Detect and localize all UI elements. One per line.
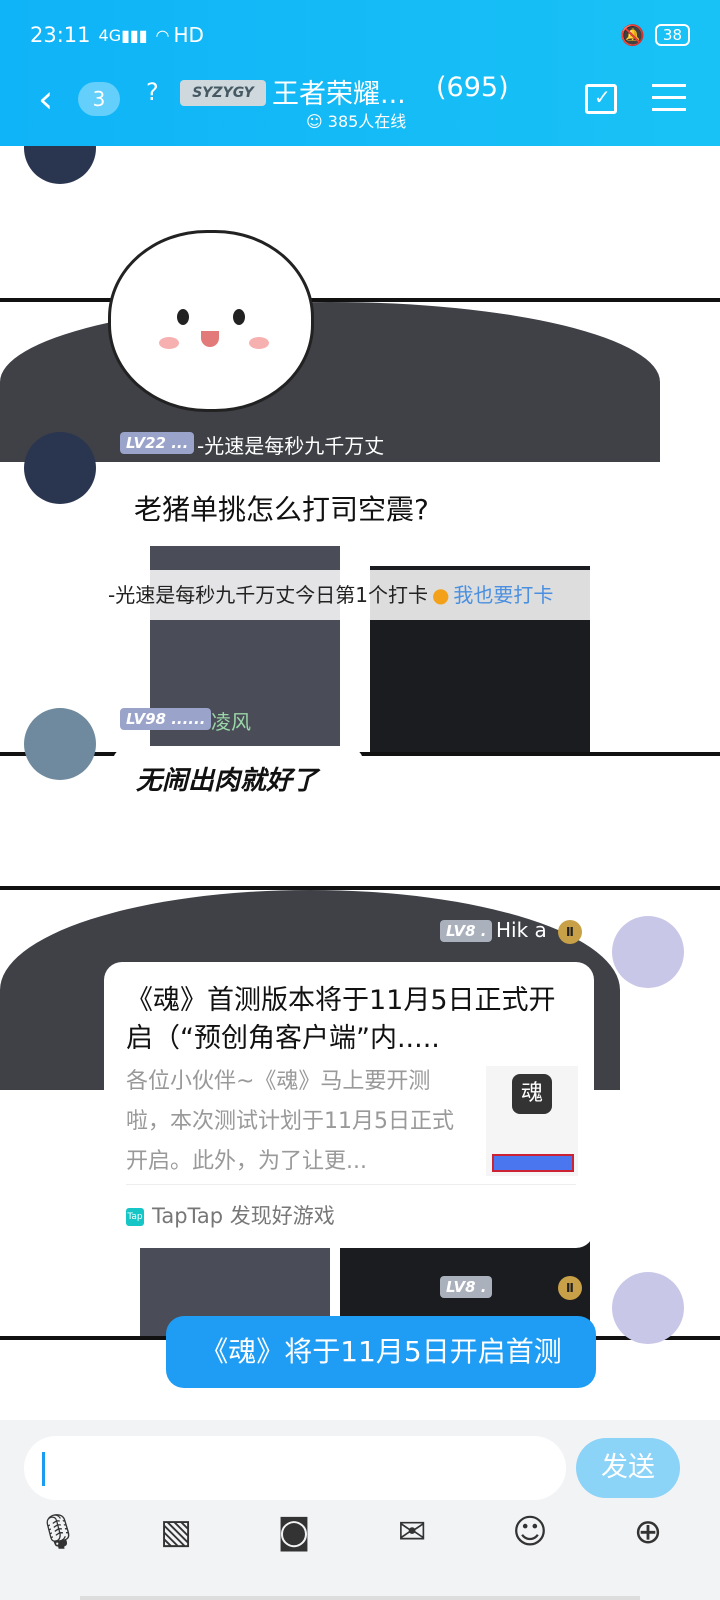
signal-icon: 4G▮▮▮: [98, 25, 148, 45]
battery-icon: 38: [654, 24, 690, 46]
menu-icon[interactable]: [652, 84, 686, 120]
hd-label: HD: [173, 23, 204, 47]
level-badge: LV98 ......: [120, 708, 212, 730]
panel-border: [0, 886, 720, 890]
card-source: Tap TapTap 发现好游戏: [126, 1204, 335, 1228]
message-bubble[interactable]: 老猪单挑怎么打司空震?: [112, 470, 490, 542]
medal-icon: ●: [431, 583, 450, 607]
toolbar: 🎙 ▧ ◙ ✉ ☺ ⊕: [0, 1510, 720, 1570]
emoji-icon[interactable]: ☺: [508, 1510, 552, 1554]
status-bar: 23:11 4G▮▮▮ ◠ HD 🔕 38: [30, 18, 690, 52]
game-icon: 魂: [512, 1074, 552, 1114]
message-input[interactable]: [24, 1436, 566, 1500]
chat-area[interactable]: LV22 ... -光速是每秒九千万丈 老猪单挑怎么打司空震? -光速是每秒九千…: [0, 146, 720, 1420]
level-badge: LV22 ...: [120, 432, 195, 454]
home-indicator: [80, 1596, 640, 1600]
avatar[interactable]: [24, 708, 96, 780]
image-icon[interactable]: ▧: [154, 1510, 198, 1554]
wifi-icon: ◠: [155, 25, 170, 45]
group-title[interactable]: 王者荣耀...: [272, 72, 406, 111]
camera-icon[interactable]: ◙: [272, 1510, 316, 1554]
level-badge: LV8 .: [440, 920, 493, 942]
message-text: 《魂》将于11月5日开启首测: [200, 1335, 562, 1368]
card-description: 各位小伙伴~《魂》马上要开测啦，本次测试计划于11月5日正式开启。此外，为了让更…: [126, 1069, 454, 1174]
avatar[interactable]: [612, 1272, 684, 1344]
message-bubble[interactable]: 无闹出肉就好了: [112, 746, 364, 810]
microphone-icon[interactable]: 🎙: [36, 1510, 80, 1554]
sender-nickname[interactable]: -光速是每秒九千万丈: [197, 430, 384, 459]
chat-header: 23:11 4G▮▮▮ ◠ HD 🔕 38 ‹ 3 ? SYZYGY 王者荣耀.…: [0, 0, 720, 146]
crown-badge-icon: Ⅱ: [558, 920, 582, 944]
back-icon[interactable]: ‹: [38, 80, 53, 118]
ear-mode-icon[interactable]: ?: [146, 78, 159, 106]
unread-badge[interactable]: 3: [78, 82, 120, 116]
input-bar: 发送 🎙 ▧ ◙ ✉ ☺ ⊕: [0, 1420, 720, 1600]
card-thumbnail: 魂: [486, 1066, 578, 1176]
plus-icon[interactable]: ⊕: [626, 1510, 670, 1554]
member-count[interactable]: (695): [436, 72, 509, 103]
checkin-notice: -光速是每秒九千万丈今日第1个打卡 ● 我也要打卡: [98, 570, 608, 620]
red-packet-icon[interactable]: ✉: [390, 1510, 434, 1554]
message-text: 老猪单挑怎么打司空震?: [134, 493, 429, 526]
sender-nickname[interactable]: Hik a: [496, 918, 547, 942]
calendar-checkin-icon[interactable]: [585, 84, 617, 114]
online-count: ☺ 385人在线: [306, 112, 407, 131]
sender-nickname[interactable]: 凌风: [211, 706, 251, 735]
outgoing-message-bubble[interactable]: 《魂》将于11月5日开启首测: [166, 1316, 596, 1388]
group-logo: SYZYGY: [180, 80, 266, 106]
card-title: 《魂》首测版本将于11月5日正式开启（“预创角客户端”内.....: [126, 985, 556, 1054]
mute-vibrate-icon: 🔕: [620, 23, 645, 47]
cat-sticker[interactable]: [108, 230, 314, 412]
avatar[interactable]: [612, 916, 684, 988]
level-badge: LV8 .: [440, 1276, 493, 1298]
send-button[interactable]: 发送: [576, 1438, 680, 1498]
taptap-icon: Tap: [126, 1208, 144, 1226]
crown-badge-icon: Ⅱ: [558, 1276, 582, 1300]
share-card[interactable]: 《魂》首测版本将于11月5日正式开启（“预创角客户端”内..... 各位小伙伴~…: [104, 962, 594, 1248]
avatar[interactable]: [24, 146, 96, 184]
checkin-link[interactable]: 我也要打卡: [453, 583, 553, 607]
status-time: 23:11: [30, 23, 91, 47]
message-text: 无闹出肉就好了: [136, 766, 319, 796]
avatar[interactable]: [24, 432, 96, 504]
